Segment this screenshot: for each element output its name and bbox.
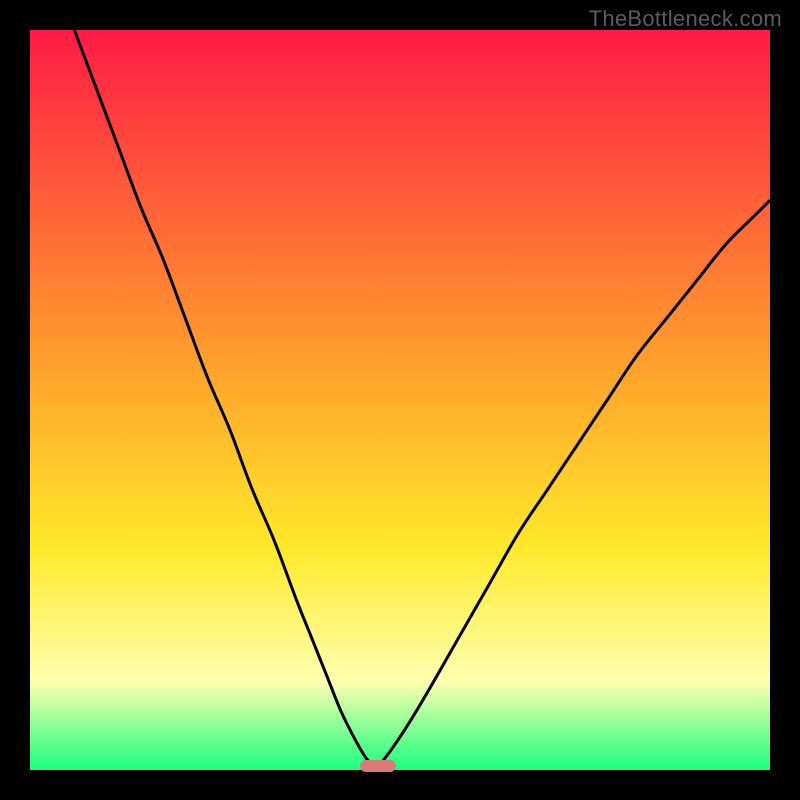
curve-left-branch bbox=[74, 30, 374, 766]
watermark-text: TheBottleneck.com bbox=[589, 6, 782, 32]
curve-right-branch bbox=[382, 200, 771, 762]
plot-area bbox=[30, 30, 770, 770]
minimum-marker bbox=[360, 760, 396, 772]
bottleneck-curve bbox=[30, 30, 770, 770]
chart-frame: TheBottleneck.com bbox=[0, 0, 800, 800]
